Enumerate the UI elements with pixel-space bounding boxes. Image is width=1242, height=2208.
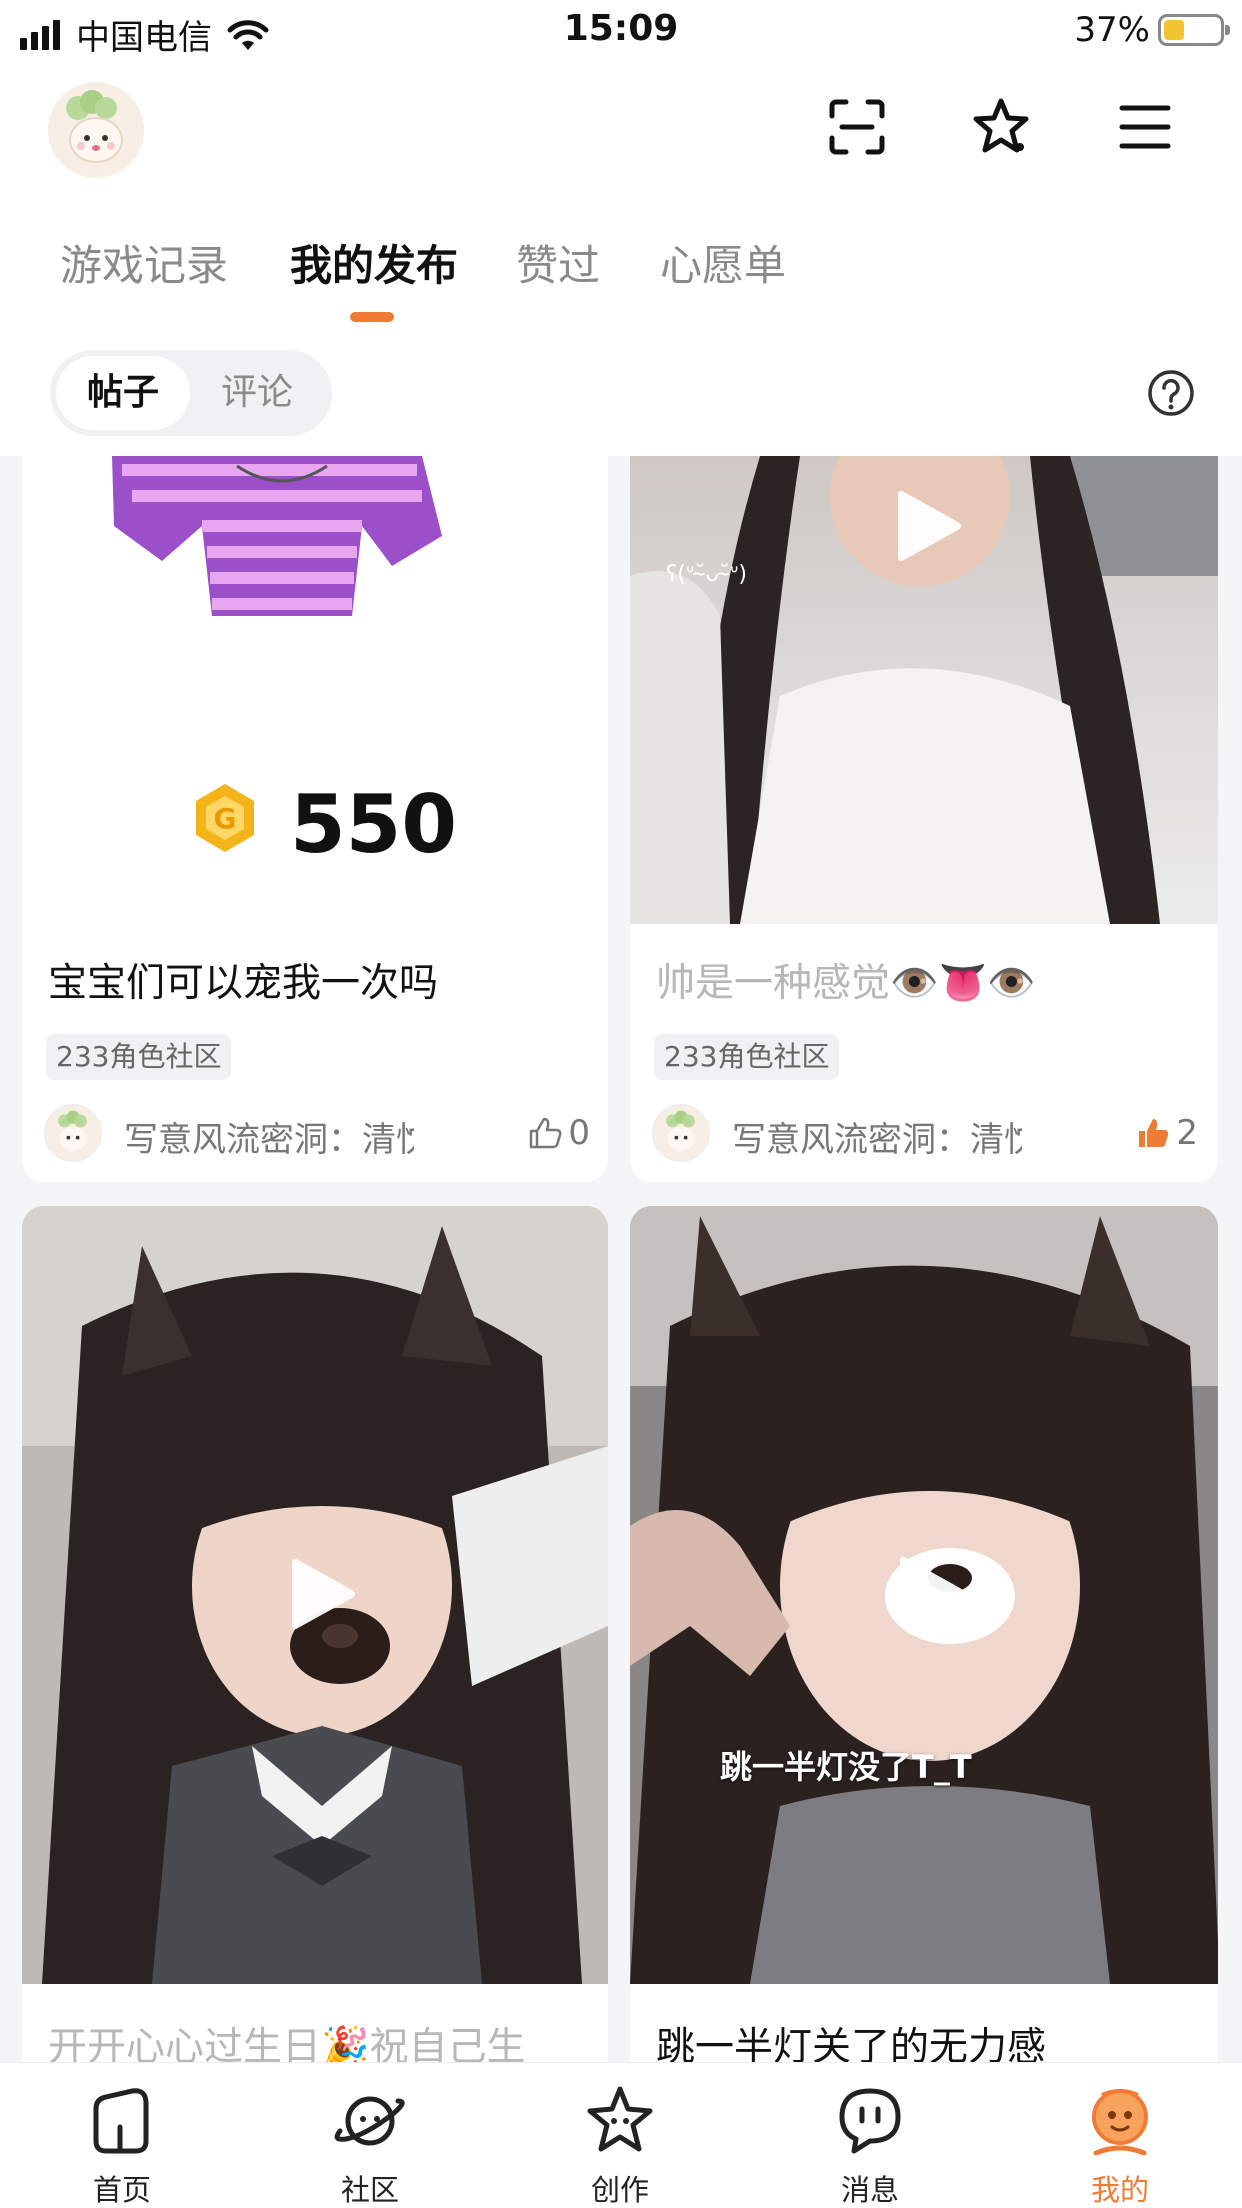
status-bar: 中国电信 15:09 37% xyxy=(0,0,1242,62)
tab-my-posts[interactable]: 我的发布 xyxy=(290,232,458,293)
segment-row: 帖子 评论 xyxy=(0,340,1242,456)
tab-wishlist[interactable]: 心愿单 xyxy=(660,232,786,293)
help-icon[interactable] xyxy=(1146,368,1196,418)
post-image: G 550 xyxy=(22,456,608,922)
author-avatar[interactable] xyxy=(44,1104,102,1162)
post-title: 跳一半灯关了的无力感 xyxy=(656,2025,1047,2062)
thumbs-up-filled-icon xyxy=(1139,1119,1169,1147)
nav-label: 消息 xyxy=(840,2173,899,2207)
post-title: 宝宝们可以宠我一次吗 xyxy=(48,961,439,1006)
tab-liked[interactable]: 赞过 xyxy=(516,232,600,293)
video-overlay-text: ʕ(ᐡ˘̴ᴗ˘̴ᐡ) xyxy=(666,562,747,587)
svg-text:G: G xyxy=(214,802,237,835)
play-icon[interactable] xyxy=(892,486,964,566)
nav-create[interactable]: 创作 xyxy=(550,2083,690,2208)
community-tag[interactable]: 233角色社区 xyxy=(46,1034,232,1080)
nav-community[interactable]: 社区 xyxy=(300,2083,440,2208)
home-icon xyxy=(93,2088,149,2154)
nav-home[interactable]: 首页 xyxy=(52,2083,192,2208)
post-card[interactable]: 跳一半灯没了T_T 跳一半灯关了的无力感 xyxy=(630,1206,1218,2062)
nav-label: 社区 xyxy=(340,2173,399,2207)
user-avatar[interactable] xyxy=(48,82,144,178)
status-time: 15:09 xyxy=(563,8,679,49)
scan-icon[interactable] xyxy=(824,94,890,160)
author-avatar[interactable] xyxy=(652,1104,710,1162)
battery-icon xyxy=(1158,14,1230,46)
post-meta: 写意风流密洞：清忱… 0 xyxy=(44,1104,590,1164)
planet-icon xyxy=(334,2096,405,2146)
like-count: 2 xyxy=(1176,1113,1198,1153)
thumbs-up-icon xyxy=(530,1117,562,1149)
like-button[interactable]: 0 xyxy=(526,1110,590,1156)
message-icon xyxy=(839,2088,901,2154)
author-name[interactable]: 写意风流密洞：清忱… xyxy=(124,1112,414,1161)
post-title: 开开心心过生日🎉祝自己生 xyxy=(48,2025,526,2062)
play-icon[interactable] xyxy=(286,1554,358,1634)
tab-game-records[interactable]: 游戏记录 xyxy=(60,232,228,293)
create-star-icon xyxy=(587,2086,653,2152)
post-card[interactable]: G 550 宝宝们可以宠我一次吗 233角色社区 写意风流密洞：清忱… 0 xyxy=(22,456,608,1182)
segment-comments[interactable]: 评论 xyxy=(190,356,324,430)
coin-price: 550 xyxy=(290,778,457,871)
video-caption: 跳一半灯没了T_T xyxy=(720,1748,972,1786)
star-icon[interactable] xyxy=(968,94,1034,160)
post-card[interactable]: ʕ(ᐡ˘̴ᴗ˘̴ᐡ) 帅是一种感觉👁️👅👁️ 233角色社区 写意风流密洞：清忱… xyxy=(630,456,1218,1182)
community-tag[interactable]: 233角色社区 xyxy=(654,1034,840,1080)
post-type-segment: 帖子 评论 xyxy=(50,350,332,436)
status-right: 37% xyxy=(1074,10,1230,50)
nav-label: 创作 xyxy=(590,2173,649,2207)
nav-label: 我的 xyxy=(1090,2173,1149,2207)
profile-face-icon xyxy=(1092,2089,1148,2156)
active-tab-indicator xyxy=(350,312,394,322)
battery-percent: 37% xyxy=(1074,10,1150,50)
post-meta: 写意风流密洞：清忱… 2 xyxy=(652,1104,1198,1164)
segment-posts[interactable]: 帖子 xyxy=(56,356,190,430)
profile-tabs: 游戏记录 我的发布 赞过 心愿单 xyxy=(0,192,1242,340)
nav-messages[interactable]: 消息 xyxy=(800,2083,940,2208)
like-button[interactable]: 2 xyxy=(1134,1110,1198,1156)
bottom-navigation: 首页 社区 创作 消息 我的 xyxy=(0,2062,1242,2208)
profile-header xyxy=(0,62,1242,192)
video-thumbnail xyxy=(22,1206,608,1984)
nav-label: 首页 xyxy=(92,2173,151,2207)
video-thumbnail: 跳一半灯没了T_T xyxy=(630,1206,1218,1984)
post-card[interactable]: 开开心心过生日🎉祝自己生 xyxy=(22,1206,608,2062)
video-thumbnail: ʕ(ᐡ˘̴ᴗ˘̴ᐡ) xyxy=(630,456,1218,924)
post-feed[interactable]: G 550 宝宝们可以宠我一次吗 233角色社区 写意风流密洞：清忱… 0 xyxy=(0,456,1242,2062)
author-name[interactable]: 写意风流密洞：清忱… xyxy=(732,1112,1022,1161)
play-icon[interactable] xyxy=(894,1552,966,1632)
like-count: 0 xyxy=(568,1113,590,1153)
menu-icon[interactable] xyxy=(1112,94,1178,160)
post-title: 帅是一种感觉👁️👅👁️ xyxy=(656,961,1036,1006)
nav-profile[interactable]: 我的 xyxy=(1050,2083,1190,2208)
